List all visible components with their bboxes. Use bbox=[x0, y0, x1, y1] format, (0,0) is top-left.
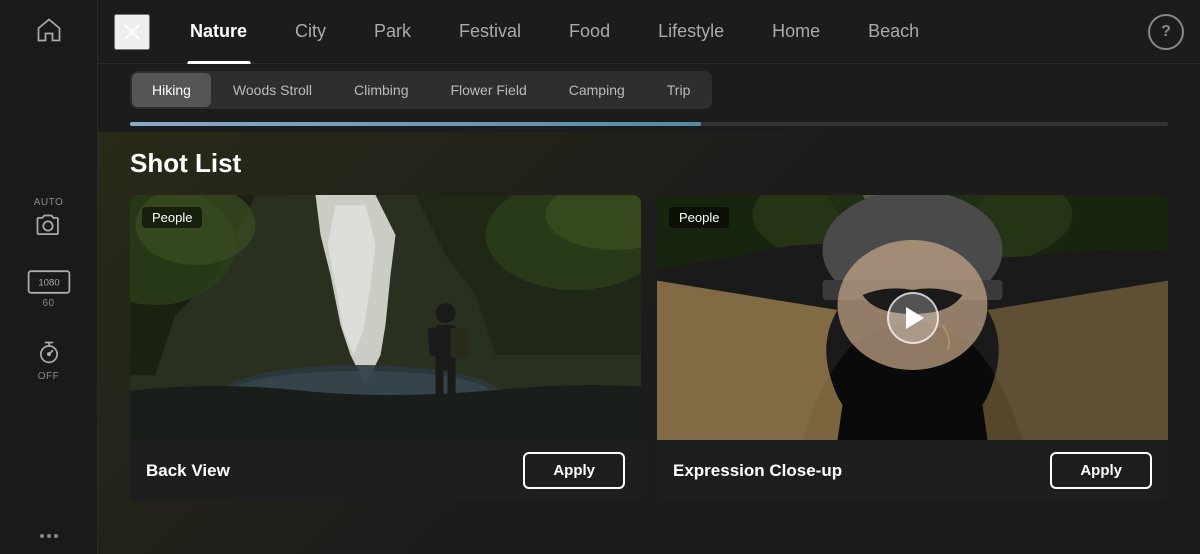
card-back-view-title: Back View bbox=[146, 461, 230, 481]
card-expression-closeup-footer: Expression Close-up Apply bbox=[657, 440, 1168, 501]
card-back-view-footer: Back View Apply bbox=[130, 440, 641, 501]
card-back-view-image: People bbox=[130, 195, 641, 440]
card-expression-closeup: People Expression Close-up Apply bbox=[657, 195, 1168, 501]
card-expression-closeup-tag: People bbox=[669, 207, 729, 228]
close-button[interactable] bbox=[114, 14, 150, 50]
progress-area bbox=[98, 116, 1200, 132]
tab-food[interactable]: Food bbox=[545, 0, 634, 64]
subnav-tab-flower-field[interactable]: Flower Field bbox=[430, 73, 546, 107]
card-back-view: People Back View Apply bbox=[130, 195, 641, 501]
more-options-icon[interactable] bbox=[40, 534, 58, 538]
progress-fill bbox=[130, 122, 701, 126]
cards-grid: People Back View Apply bbox=[130, 195, 1168, 501]
sidebar: AUTO 1080 60 OFF bbox=[0, 0, 98, 554]
tab-beach[interactable]: Beach bbox=[844, 0, 943, 64]
category-tabs: Nature City Park Festival Food Lifestyle… bbox=[166, 0, 1148, 64]
subnav-tab-hiking[interactable]: Hiking bbox=[132, 73, 211, 107]
auto-camera-icon[interactable]: AUTO bbox=[34, 197, 64, 240]
card-expression-closeup-image: People bbox=[657, 195, 1168, 440]
auto-label: AUTO bbox=[34, 197, 64, 208]
apply-expression-closeup-button[interactable]: Apply bbox=[1050, 452, 1152, 489]
tab-city[interactable]: City bbox=[271, 0, 350, 64]
subnav-tab-group: Hiking Woods Stroll Climbing Flower Fiel… bbox=[130, 71, 712, 109]
tab-festival[interactable]: Festival bbox=[435, 0, 545, 64]
svg-text:1080: 1080 bbox=[38, 277, 59, 288]
apply-back-view-button[interactable]: Apply bbox=[523, 452, 625, 489]
play-button[interactable] bbox=[887, 292, 939, 344]
tab-nature[interactable]: Nature bbox=[166, 0, 271, 64]
resolution-icon[interactable]: 1080 60 bbox=[27, 270, 71, 309]
shot-list-title: Shot List bbox=[130, 148, 1168, 179]
subnav-tab-climbing[interactable]: Climbing bbox=[334, 73, 428, 107]
tab-home[interactable]: Home bbox=[748, 0, 844, 64]
tab-park[interactable]: Park bbox=[350, 0, 435, 64]
timer-icon[interactable]: OFF bbox=[35, 339, 63, 382]
main-content: Nature City Park Festival Food Lifestyle… bbox=[98, 0, 1200, 554]
top-navigation: Nature City Park Festival Food Lifestyle… bbox=[98, 0, 1200, 64]
card-back-view-tag: People bbox=[142, 207, 202, 228]
subnav-tab-trip[interactable]: Trip bbox=[647, 73, 711, 107]
help-button[interactable]: ? bbox=[1148, 14, 1184, 50]
progress-bar bbox=[130, 122, 1168, 126]
timer-off-label: OFF bbox=[38, 371, 60, 382]
home-icon[interactable] bbox=[35, 16, 63, 44]
resolution-label: 60 bbox=[42, 298, 54, 309]
sub-navigation: Hiking Woods Stroll Climbing Flower Fiel… bbox=[98, 64, 1200, 116]
shot-list-area: Shot List bbox=[98, 132, 1200, 554]
subnav-tab-camping[interactable]: Camping bbox=[549, 73, 645, 107]
card-expression-closeup-title: Expression Close-up bbox=[673, 461, 842, 481]
tab-lifestyle[interactable]: Lifestyle bbox=[634, 0, 748, 64]
subnav-tab-woods-stroll[interactable]: Woods Stroll bbox=[213, 73, 332, 107]
